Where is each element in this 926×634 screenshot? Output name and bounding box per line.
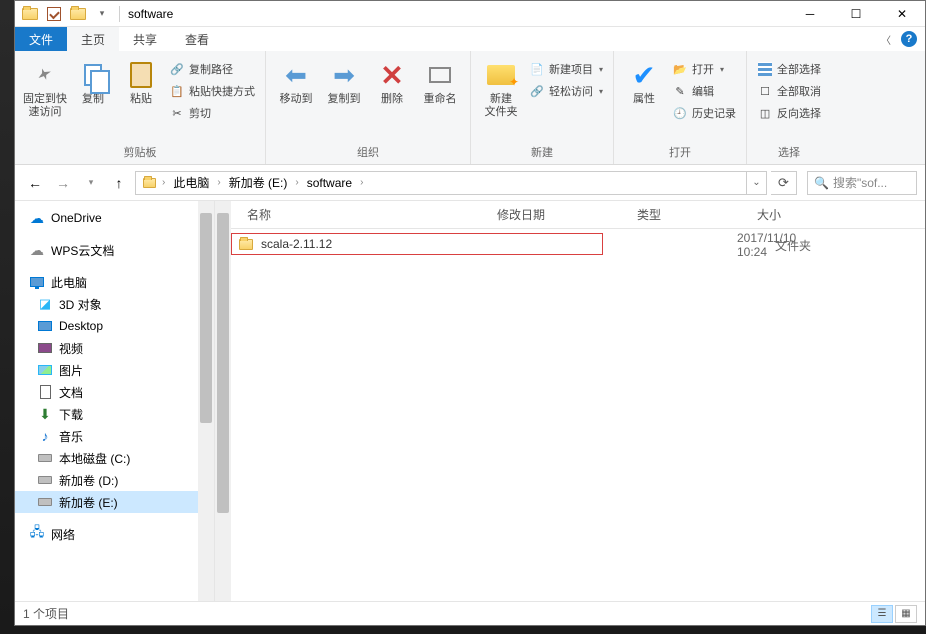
ribbon: 固定到快 速访问 复制 粘贴 🔗复制路径 📋粘贴快捷方式 ✂剪切 剪贴板 <box>15 51 925 165</box>
history-button[interactable]: 🕘历史记录 <box>670 103 738 123</box>
folder-icon <box>67 3 89 25</box>
breadcrumb-folder[interactable]: software <box>303 172 356 194</box>
sidebar-item-music[interactable]: ♪音乐 <box>15 425 214 447</box>
item-count: 1 个项目 <box>23 605 69 622</box>
chevron-right-icon[interactable]: › <box>356 177 367 188</box>
col-size[interactable]: 大小 <box>749 206 819 223</box>
copy-button[interactable]: 复制 <box>71 55 115 106</box>
file-type: 文件夹 <box>767 237 867 254</box>
file-name: scala-2.11.12 <box>253 237 373 251</box>
move-to-button[interactable]: ⬅ 移动到 <box>274 55 318 106</box>
nav-tree[interactable]: ☁OneDrive ☁WPS云文档 此电脑 ◪3D 对象 Desktop 视频 … <box>15 201 215 601</box>
copy-path-button[interactable]: 🔗复制路径 <box>167 59 257 79</box>
forward-button[interactable]: → <box>51 171 75 195</box>
col-modified[interactable]: 修改日期 <box>489 206 629 223</box>
open-button[interactable]: 📂打开▾ <box>670 59 738 79</box>
sidebar-item-wps[interactable]: ☁WPS云文档 <box>15 239 214 261</box>
sidebar-item-3d[interactable]: ◪3D 对象 <box>15 293 214 315</box>
tab-share[interactable]: 共享 <box>119 27 171 51</box>
select-none-button[interactable]: ☐全部取消 <box>755 81 823 101</box>
copy-to-button[interactable]: ➡ 复制到 <box>322 55 366 106</box>
recent-dropdown[interactable]: ▾ <box>79 171 103 195</box>
folder-icon <box>19 3 41 25</box>
explorer-window: ▾ software ─ ☐ ✕ 文件 主页 共享 查看 〈 ? 固定到快 速访… <box>14 0 926 626</box>
help-icon[interactable]: ? <box>901 31 917 47</box>
folder-icon <box>140 178 158 188</box>
sidebar-item-drive-d[interactable]: 新加卷 (D:) <box>15 469 214 491</box>
group-label-clipboard: 剪贴板 <box>23 144 257 162</box>
tab-view[interactable]: 查看 <box>171 27 223 51</box>
sidebar-item-drive-e[interactable]: 新加卷 (E:) <box>15 491 214 513</box>
group-label-new: 新建 <box>479 144 605 162</box>
delete-button[interactable]: ✕ 删除 <box>370 55 414 106</box>
breadcrumb-drive[interactable]: 新加卷 (E:) <box>225 172 292 194</box>
cut-button[interactable]: ✂剪切 <box>167 103 257 123</box>
status-bar: 1 个项目 ☰ ▦ <box>15 601 925 625</box>
nav-bar: ← → ▾ ↑ › 此电脑 › 新加卷 (E:) › software › ⌄ … <box>15 165 925 201</box>
rename-button[interactable]: 重命名 <box>418 55 462 106</box>
icons-view-button[interactable]: ▦ <box>895 605 917 623</box>
sidebar-item-documents[interactable]: 文档 <box>15 381 214 403</box>
sidebar-item-this-pc[interactable]: 此电脑 <box>15 271 214 293</box>
column-headers[interactable]: 名称 修改日期 类型 大小 <box>215 201 925 229</box>
file-list[interactable]: 名称 修改日期 类型 大小 scala-2.11.12 2017/11/10 1… <box>215 201 925 601</box>
col-type[interactable]: 类型 <box>629 206 749 223</box>
select-all-button[interactable]: 全部选择 <box>755 59 823 79</box>
qat-dropdown-icon[interactable]: ▾ <box>91 3 113 25</box>
chevron-right-icon[interactable]: › <box>213 177 224 188</box>
chevron-right-icon[interactable]: › <box>291 177 302 188</box>
pin-quick-access-button[interactable]: 固定到快 速访问 <box>23 55 67 119</box>
search-input[interactable]: 🔍 搜索"sof... <box>807 171 917 195</box>
back-button[interactable]: ← <box>23 171 47 195</box>
paste-button[interactable]: 粘贴 <box>119 55 163 106</box>
properties-button[interactable]: ✔ 属性 <box>622 55 666 106</box>
chevron-right-icon[interactable]: › <box>158 177 169 188</box>
group-label-organize: 组织 <box>274 144 462 162</box>
sidebar-item-onedrive[interactable]: ☁OneDrive <box>15 207 214 229</box>
collapse-ribbon-icon[interactable]: 〈 <box>881 32 891 47</box>
group-label-select: 选择 <box>755 144 823 162</box>
breadcrumb-dropdown[interactable]: ⌄ <box>746 172 766 194</box>
group-label-open: 打开 <box>622 144 738 162</box>
breadcrumb-root[interactable]: 此电脑 <box>169 172 213 194</box>
invert-selection-button[interactable]: ◫反向选择 <box>755 103 823 123</box>
sidebar-item-drive-c[interactable]: 本地磁盘 (C:) <box>15 447 214 469</box>
window-title: software <box>128 7 173 21</box>
tab-file[interactable]: 文件 <box>15 27 67 51</box>
file-row[interactable]: scala-2.11.12 <box>231 233 603 255</box>
breadcrumb[interactable]: › 此电脑 › 新加卷 (E:) › software › ⌄ <box>135 171 767 195</box>
sidebar-item-desktop[interactable]: Desktop <box>15 315 214 337</box>
folder-icon <box>239 239 253 250</box>
file-modified: 2017/11/10 10:24 <box>627 231 767 259</box>
easy-access-button[interactable]: 🔗轻松访问▾ <box>527 81 605 101</box>
sidebar-item-network[interactable]: 🖧网络 <box>15 523 214 545</box>
new-folder-button[interactable]: 新建 文件夹 <box>479 55 523 119</box>
sidebar-item-pictures[interactable]: 图片 <box>15 359 214 381</box>
qat-properties-icon[interactable] <box>43 3 65 25</box>
search-icon: 🔍 <box>814 176 829 190</box>
refresh-button[interactable]: ⟳ <box>771 171 797 195</box>
minimize-button[interactable]: ─ <box>787 1 833 27</box>
paste-shortcut-button[interactable]: 📋粘贴快捷方式 <box>167 81 257 101</box>
sidebar-item-videos[interactable]: 视频 <box>15 337 214 359</box>
new-item-button[interactable]: 📄新建项目▾ <box>527 59 605 79</box>
col-name[interactable]: 名称 <box>239 206 489 223</box>
maximize-button[interactable]: ☐ <box>833 1 879 27</box>
tab-home[interactable]: 主页 <box>67 27 119 51</box>
close-button[interactable]: ✕ <box>879 1 925 27</box>
ribbon-tabs: 文件 主页 共享 查看 〈 ? <box>15 27 925 51</box>
up-button[interactable]: ↑ <box>107 171 131 195</box>
title-bar: ▾ software ─ ☐ ✕ <box>15 1 925 27</box>
edit-button[interactable]: ✎编辑 <box>670 81 738 101</box>
sidebar-item-downloads[interactable]: ⬇下载 <box>15 403 214 425</box>
filelist-scrollbar[interactable] <box>215 201 231 601</box>
sidebar-scrollbar[interactable] <box>198 201 214 601</box>
details-view-button[interactable]: ☰ <box>871 605 893 623</box>
